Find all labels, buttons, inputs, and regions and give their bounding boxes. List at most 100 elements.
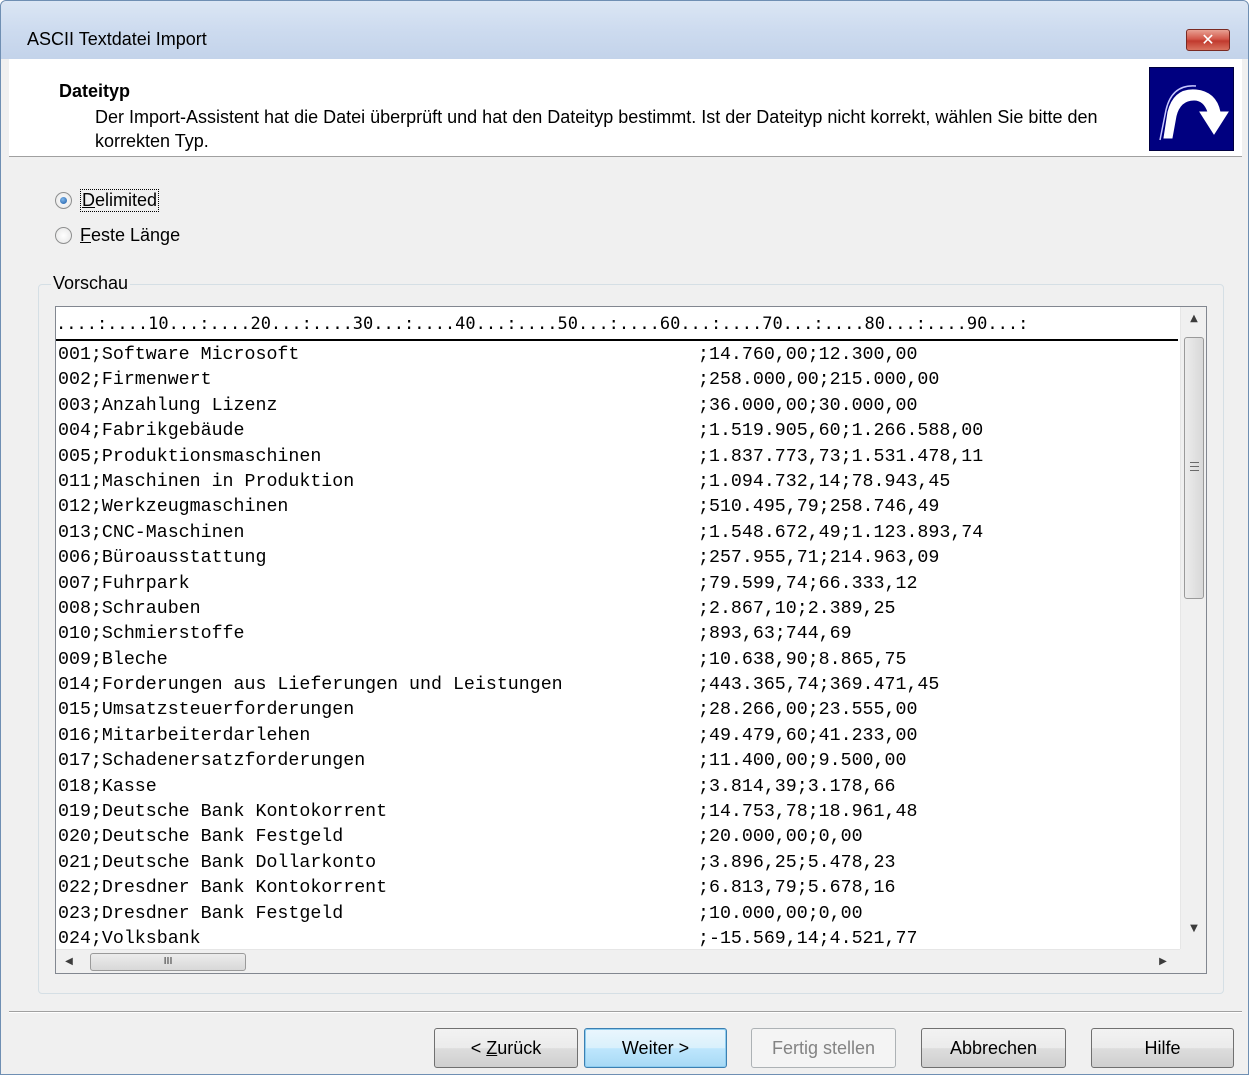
preview-row: 007;Fuhrpark ;79.599,74;66.333,12 <box>56 572 1178 597</box>
preview-row-left: 006;Büroausstattung <box>58 548 267 569</box>
preview-row-left: 001;Software Microsoft <box>58 345 300 365</box>
preview-row-right: ;10.000,00;0,00 <box>698 903 863 924</box>
close-button[interactable]: ✕ <box>1186 29 1230 51</box>
preview-row-right: ;2.867,10;2.389,25 <box>698 598 896 619</box>
preview-row-right: ;258.000,00;215.000,00 <box>698 370 940 391</box>
horizontal-scroll-thumb[interactable]: III <box>90 953 246 971</box>
scroll-left-icon[interactable]: ◀ <box>58 950 80 973</box>
scroll-right-icon[interactable]: ▶ <box>1152 950 1174 973</box>
radio-fixed-length-label[interactable]: Feste Länge <box>80 225 180 246</box>
preview-row-right: ;11.400,00;9.500,00 <box>698 751 907 772</box>
preview-row-right: ;257.955,71;214.963,09 <box>698 548 940 569</box>
preview-row-right: ;79.599,74;66.333,12 <box>698 573 918 594</box>
radio-fixed-length-indicator[interactable] <box>55 226 72 244</box>
import-dialog: ASCII Textdatei Import ✕ Dateityp Der Im… <box>0 0 1249 1075</box>
next-button[interactable]: Weiter > <box>584 1028 727 1068</box>
preview-row-left: 014;Forderungen aus Lieferungen und Leis… <box>58 675 563 696</box>
preview-row: 018;Kasse ;3.814,39;3.178,66 <box>56 775 1178 800</box>
preview-row: 014;Forderungen aus Lieferungen und Leis… <box>56 673 1178 698</box>
preview-row-left: 016;Mitarbeiterdarlehen <box>58 725 311 746</box>
preview-row-right: ;-15.569,14;4.521,77 <box>698 928 918 949</box>
preview-row-left: 022;Dresdner Bank Kontokorrent <box>58 878 388 899</box>
preview-row-right: ;510.495,79;258.746,49 <box>698 497 940 518</box>
preview-row: 021;Deutsche Bank Dollarkonto ;3.896,25;5… <box>56 851 1178 876</box>
preview-row: 015;Umsatzsteuerforderungen ;28.266,00;23… <box>56 698 1178 723</box>
preview-row-right: ;3.896,25;5.478,23 <box>698 852 896 873</box>
window-title: ASCII Textdatei Import <box>27 29 207 49</box>
preview-row: 008;Schrauben ;2.867,10;2.389,25 <box>56 597 1178 622</box>
preview-row: 010;Schmierstoffe ;893,63;744,69 <box>56 622 1178 647</box>
cancel-button[interactable]: Abbrechen <box>921 1028 1066 1068</box>
preview-row-left: 003;Anzahlung Lizenz <box>58 395 278 416</box>
finish-button[interactable]: Fertig stellen <box>751 1028 896 1068</box>
preview-row: 024;Volksbank ;-15.569,14;4.521,77 <box>56 927 1178 949</box>
preview-row-right: ;28.266,00;23.555,00 <box>698 700 918 721</box>
preview-row: 023;Dresdner Bank Festgeld ;10.000,00;0,0… <box>56 902 1178 927</box>
back-button[interactable]: < Zurück <box>434 1028 578 1068</box>
preview-row: 020;Deutsche Bank Festgeld ;20.000,00;0,0… <box>56 825 1178 850</box>
radio-fixed-length[interactable]: Feste Länge <box>55 224 180 246</box>
preview-row: 009;Bleche ;10.638,90;8.865,75 <box>56 648 1178 673</box>
preview-row-left: 009;Bleche <box>58 649 168 670</box>
wizard-arrow-icon <box>1149 67 1234 151</box>
vertical-scroll-thumb[interactable] <box>1184 337 1204 599</box>
preview-row-left: 007;Fuhrpark <box>58 573 190 594</box>
scroll-down-icon[interactable]: ▼ <box>1181 919 1206 939</box>
preview-row-left: 012;Werkzeugmaschinen <box>58 497 289 518</box>
preview-row-left: 011;Maschinen in Produktion <box>58 471 355 492</box>
preview-row-left: 018;Kasse <box>58 776 157 797</box>
close-icon: ✕ <box>1201 30 1215 49</box>
preview-row-left: 002;Firmenwert <box>58 370 212 391</box>
preview-row: 002;Firmenwert ;258.000,00;215.000,00 <box>56 368 1178 393</box>
preview-row: 003;Anzahlung Lizenz ;36.000,00;30.000,00 <box>56 394 1178 419</box>
preview-row: 005;Produktionsmaschinen ;1.837.773,73;1.… <box>56 445 1178 470</box>
page-title: Dateityp <box>59 81 131 101</box>
preview-row-right: ;1.548.672,49;1.123.893,74 <box>698 522 984 543</box>
scroll-up-icon[interactable]: ▲ <box>1181 309 1206 329</box>
preview-text-area[interactable]: ....:....10...:....20...:....30...:....4… <box>55 306 1207 974</box>
help-button[interactable]: Hilfe <box>1091 1028 1234 1068</box>
preview-row-left: 019;Deutsche Bank Kontokorrent <box>58 802 388 823</box>
preview-row-right: ;1.094.732,14;78.943,45 <box>698 471 951 492</box>
column-ruler: ....:....10...:....20...:....30...:....4… <box>56 309 1178 341</box>
preview-row: 004;Fabrikgebäude ;1.519.905,60;1.266.588… <box>56 419 1178 444</box>
preview-row-left: 017;Schadenersatzforderungen <box>58 751 366 772</box>
preview-group-label: Vorschau <box>51 273 131 294</box>
preview-row-left: 023;Dresdner Bank Festgeld <box>58 903 344 924</box>
preview-row-right: ;3.814,39;3.178,66 <box>698 776 896 797</box>
preview-row-right: ;14.760,00;12.300,00 <box>698 345 918 365</box>
preview-row-left: 024;Volksbank <box>58 928 201 949</box>
preview-row: 016;Mitarbeiterdarlehen ;49.479,60;41.233… <box>56 724 1178 749</box>
preview-row-right: ;443.365,74;369.471,45 <box>698 675 940 696</box>
preview-row-right: ;6.813,79;5.678,16 <box>698 878 896 899</box>
preview-row-left: 015;Umsatzsteuerforderungen <box>58 700 355 721</box>
preview-row: 017;Schadenersatzforderungen ;11.400,00;9… <box>56 749 1178 774</box>
preview-row-right: ;14.753,78;18.961,48 <box>698 802 918 823</box>
title-bar[interactable]: ASCII Textdatei Import ✕ <box>1 1 1248 59</box>
preview-row-left: 004;Fabrikgebäude <box>58 421 245 442</box>
preview-row: 022;Dresdner Bank Kontokorrent ;6.813,79;… <box>56 876 1178 901</box>
preview-row-right: ;893,63;744,69 <box>698 624 852 645</box>
radio-delimited-indicator[interactable] <box>55 191 72 209</box>
preview-row-left: 010;Schmierstoffe <box>58 624 245 645</box>
radio-delimited-label[interactable]: Delimited <box>80 188 160 212</box>
scrollbar-corner <box>1180 949 1206 973</box>
preview-row: 012;Werkzeugmaschinen ;510.495,79;258.746… <box>56 495 1178 520</box>
preview-row: 001;Software Microsoft ;14.760,00;12.300,… <box>56 343 1178 368</box>
preview-row-left: 008;Schrauben <box>58 598 201 619</box>
preview-row-left: 020;Deutsche Bank Festgeld <box>58 827 344 848</box>
horizontal-scrollbar[interactable]: ◀ III ▶ <box>56 949 1180 973</box>
preview-row: 019;Deutsche Bank Kontokorrent ;14.753,78… <box>56 800 1178 825</box>
radio-delimited[interactable]: Delimited <box>55 188 160 212</box>
preview-row-right: ;1.837.773,73;1.531.478,11 <box>698 446 984 467</box>
preview-row: 006;Büroausstattung ;257.955,71;214.963,0… <box>56 546 1178 571</box>
preview-row-left: 005;Produktionsmaschinen <box>58 446 322 467</box>
vertical-scrollbar[interactable]: ▲ ▼ <box>1180 307 1206 949</box>
preview-row-right: ;36.000,00;30.000,00 <box>698 395 918 416</box>
preview-row-left: 021;Deutsche Bank Dollarkonto <box>58 852 377 873</box>
preview-row-right: ;20.000,00;0,00 <box>698 827 863 848</box>
page-description: Der Import-Assistent hat die Datei überp… <box>95 107 1098 151</box>
preview-row-left: 013;CNC-Maschinen <box>58 522 245 543</box>
preview-row-right: ;49.479,60;41.233,00 <box>698 725 918 746</box>
grip-icon <box>1190 462 1199 471</box>
